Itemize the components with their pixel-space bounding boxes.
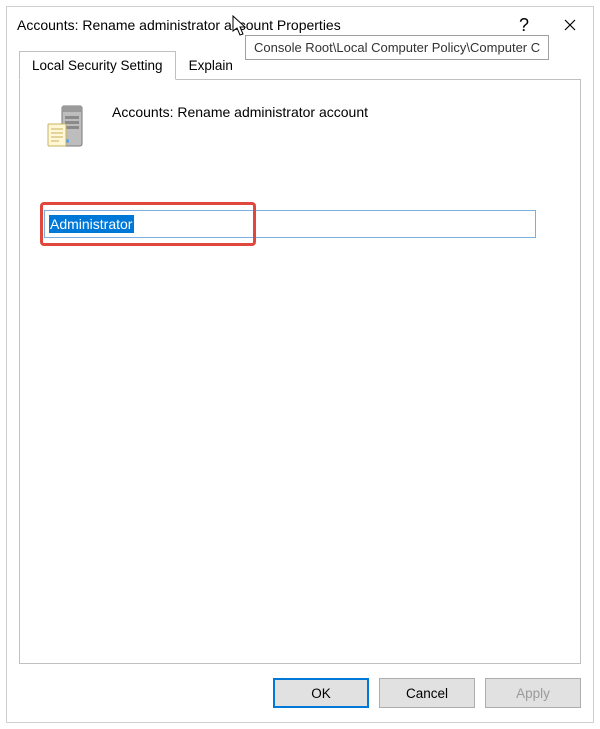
cancel-button[interactable]: Cancel [379,678,475,708]
button-bar: OK Cancel Apply [7,664,593,722]
client-area: Local Security Setting Explain [7,43,593,664]
button-label: Apply [516,686,550,701]
path-tooltip: Console Root\Local Computer Policy\Compu… [245,35,549,60]
policy-icon [44,102,90,152]
input-area: Administrator [44,210,556,238]
properties-dialog: Accounts: Rename administrator account P… [6,6,594,723]
administrator-name-input[interactable]: Administrator [44,210,536,238]
close-icon [564,19,576,31]
button-label: OK [311,686,331,701]
input-value: Administrator [49,215,134,233]
tab-local-security-setting[interactable]: Local Security Setting [19,51,176,80]
ok-button[interactable]: OK [273,678,369,708]
tab-panel: Accounts: Rename administrator account A… [19,79,581,664]
tooltip-text: Console Root\Local Computer Policy\Compu… [254,40,540,55]
window-title: Accounts: Rename administrator account P… [17,17,501,33]
apply-button: Apply [485,678,581,708]
tab-label: Local Security Setting [32,58,163,73]
tab-label: Explain [189,58,233,73]
policy-header: Accounts: Rename administrator account [44,102,556,152]
tab-explain[interactable]: Explain [176,51,246,80]
help-icon: ? [519,15,529,36]
close-button[interactable] [547,7,593,43]
policy-title: Accounts: Rename administrator account [112,102,368,120]
button-label: Cancel [406,686,448,701]
